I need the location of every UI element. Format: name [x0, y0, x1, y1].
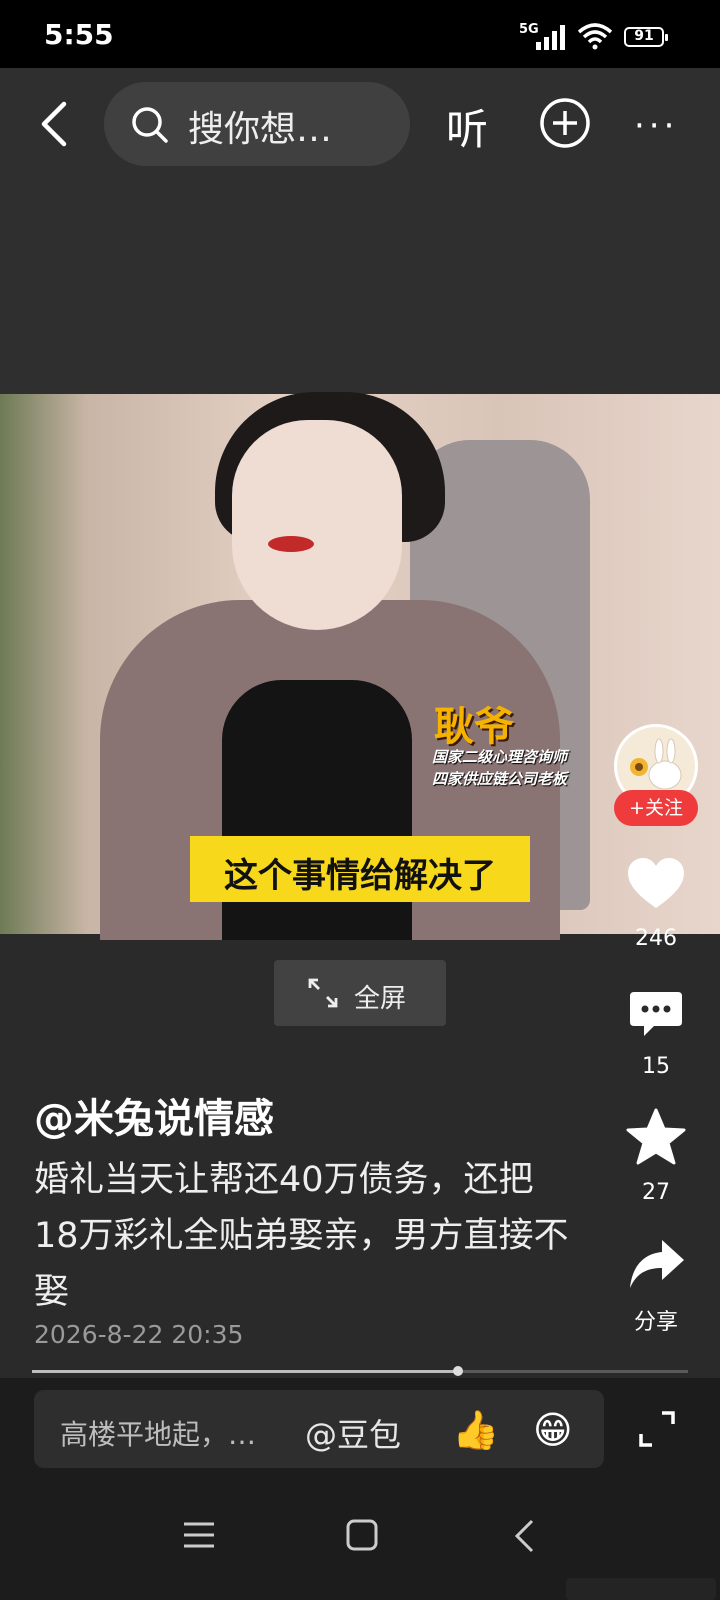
battery-level: 91	[634, 28, 654, 44]
video-caption: 这个事情给解决了	[190, 836, 530, 902]
video-title-line2: 四家供应链公司老板	[432, 770, 568, 788]
status-time: 5:55	[44, 18, 114, 51]
more-icon[interactable]: ···	[634, 106, 678, 146]
star-icon[interactable]	[626, 1108, 686, 1166]
thumbs-up-emoji-button[interactable]: 👍	[452, 1408, 499, 1453]
grin-emoji-button[interactable]: 😁	[533, 1408, 573, 1452]
heart-icon[interactable]	[626, 856, 686, 912]
video-title-line1: 国家二级心理咨询师	[432, 748, 568, 766]
like-count: 246	[635, 926, 677, 951]
video-progress-handle[interactable]	[453, 1366, 464, 1376]
video-progress-fill	[32, 1370, 459, 1373]
share-label: 分享	[633, 1310, 678, 1335]
nav-menu-icon[interactable]	[182, 1520, 216, 1550]
comment-icon[interactable]	[628, 990, 684, 1040]
comment-placeholder[interactable]: 高楼平地起，…	[60, 1413, 256, 1453]
video-caption-text: 这个事情给解决了	[224, 856, 496, 896]
video-person-lips	[268, 536, 314, 552]
fullscreen-icon	[308, 978, 338, 1008]
battery-icon: 91	[624, 27, 668, 47]
post-date: 2026-8-22 20:35	[34, 1320, 244, 1349]
mention-doubao-button[interactable]: @豆包	[305, 1410, 401, 1456]
watermark	[566, 1578, 716, 1600]
author-name[interactable]: @米兔说情感	[34, 1086, 274, 1144]
search-placeholder[interactable]: 搜你想…	[188, 100, 332, 152]
expand-icon[interactable]	[638, 1410, 676, 1448]
share-icon[interactable]	[628, 1238, 686, 1292]
favorite-count: 27	[642, 1180, 670, 1205]
nav-home-icon[interactable]	[345, 1518, 379, 1552]
nav-back-icon[interactable]	[512, 1518, 536, 1554]
comment-count: 15	[642, 1054, 670, 1079]
follow-button[interactable]: +关注	[614, 790, 698, 826]
video-letterbox	[0, 194, 720, 394]
listen-button[interactable]: 听	[446, 96, 488, 157]
signal-icon	[536, 25, 565, 50]
video-person-face	[232, 420, 402, 630]
search-icon	[132, 107, 168, 143]
fullscreen-label[interactable]: 全屏	[354, 978, 406, 1015]
video-name-tag: 耿爷	[434, 704, 514, 750]
post-description: 婚礼当天让帮还40万债务，还把18万彩礼全贴弟娶亲，男方直接不娶	[34, 1160, 569, 1312]
wifi-icon	[577, 23, 613, 50]
plus-icon[interactable]	[539, 97, 591, 149]
back-icon[interactable]	[32, 94, 78, 154]
